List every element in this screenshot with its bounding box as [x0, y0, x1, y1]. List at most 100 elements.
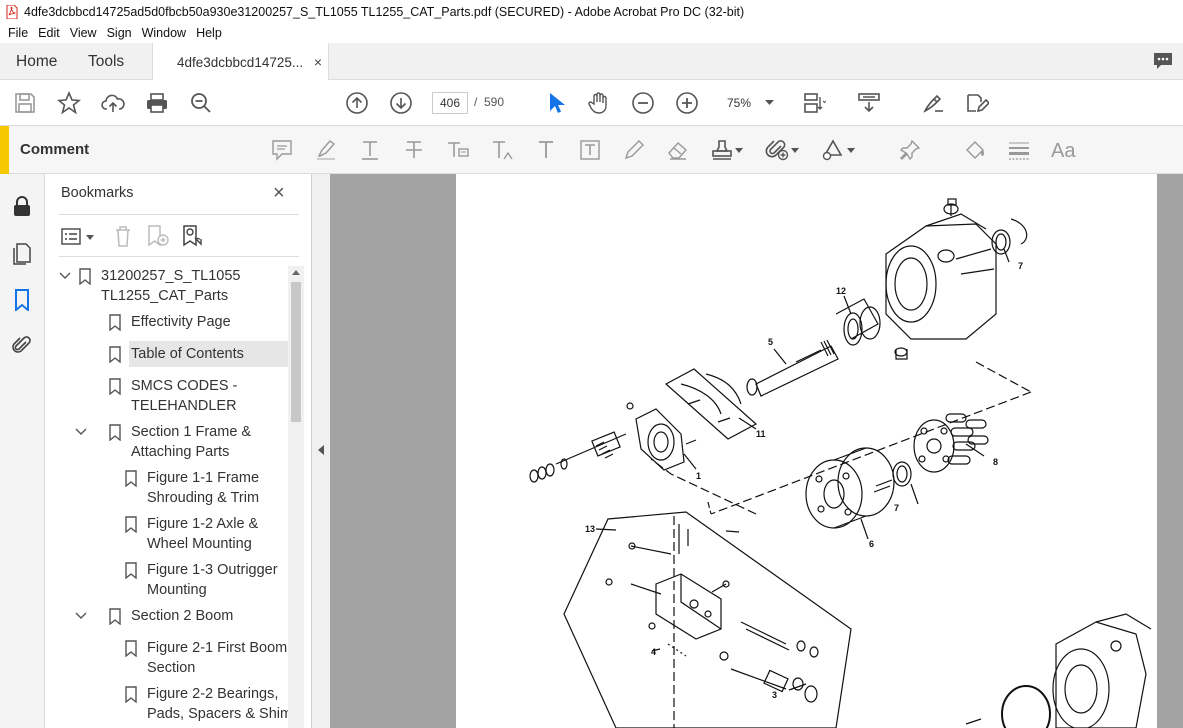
bookmark-item[interactable]: Table of Contents	[45, 341, 289, 367]
callout-3: 3	[772, 690, 777, 700]
menu-window[interactable]: Window	[142, 26, 186, 40]
attachments-icon[interactable]	[11, 335, 33, 357]
delete-bookmark-icon[interactable]	[113, 224, 133, 248]
chevron-down-icon[interactable]	[75, 427, 87, 437]
sticky-note-icon[interactable]	[270, 138, 294, 162]
bookmark-item[interactable]: Section 2 Boom	[45, 606, 289, 626]
select-cursor-icon[interactable]	[544, 91, 568, 115]
tab-document[interactable]: 4dfe3dcbbcd14725... ×	[152, 43, 329, 81]
stamp-dropdown-icon[interactable]	[734, 138, 744, 162]
fill-sign-icon[interactable]	[921, 91, 945, 115]
callout-11: 11	[756, 429, 766, 439]
attach-dropdown-icon[interactable]	[790, 138, 800, 162]
line-weight-icon[interactable]	[1007, 138, 1031, 162]
attach-file-icon[interactable]	[765, 138, 789, 162]
hand-tool-icon[interactable]	[587, 91, 611, 115]
font-properties-icon[interactable]: Aa	[1051, 138, 1079, 162]
page-display-icon[interactable]	[802, 91, 826, 115]
tab-bar: Home Tools 4dfe3dcbbcd14725... ×	[0, 43, 1183, 81]
bookmark-label: Effectivity Page	[131, 312, 231, 332]
bookmark-item[interactable]: Effectivity Page	[45, 312, 289, 332]
bookmark-label-line: Shrouding & Trim	[147, 490, 260, 506]
edit-pdf-icon[interactable]	[965, 91, 989, 115]
bookmark-label-line: Section 2 Boom	[131, 608, 234, 624]
bookmark-label-line: Section 1 Frame &	[131, 424, 252, 440]
bookmark-tools	[61, 224, 211, 250]
stamp-icon[interactable]	[710, 138, 734, 162]
chevron-down-icon[interactable]	[75, 611, 87, 621]
scroll-mode-icon[interactable]	[857, 91, 881, 115]
highlight-icon[interactable]	[314, 138, 338, 162]
bookmark-panel-icon[interactable]	[11, 289, 33, 311]
bookmark-item[interactable]: Figure 1-1 Frame Shrouding & Trim	[45, 468, 289, 508]
cloud-upload-icon[interactable]	[101, 91, 125, 115]
bookmark-ribbon-icon	[109, 378, 121, 395]
menu-sign[interactable]: Sign	[107, 26, 132, 40]
bookmark-item[interactable]: Figure 2-2 Bearings, Pads, Spacers & Shim…	[45, 684, 289, 724]
menu-view[interactable]: View	[70, 26, 97, 40]
callout-9: 8	[993, 457, 998, 467]
bookmark-item[interactable]: Figure 2-1 First Boom Section	[45, 638, 289, 678]
zoom-out-icon[interactable]	[631, 91, 655, 115]
collapse-panel-arrow-icon[interactable]	[317, 444, 325, 456]
tab-tools[interactable]: Tools	[88, 43, 124, 80]
total-pages: 590	[484, 95, 505, 109]
panel-divider	[59, 256, 299, 257]
left-navigation-rail	[0, 174, 45, 728]
scroll-up-arrow-icon[interactable]	[291, 268, 301, 276]
bookmarks-scroll-thumb[interactable]	[291, 282, 301, 422]
zoom-out-search-icon[interactable]	[189, 91, 213, 115]
pencil-draw-icon[interactable]	[622, 138, 646, 162]
next-page-icon[interactable]	[389, 91, 413, 115]
tab-close-button[interactable]: ×	[314, 54, 322, 70]
callout-12: 12	[836, 286, 846, 296]
find-bookmark-icon[interactable]	[181, 224, 205, 248]
text-box-icon[interactable]	[578, 138, 602, 162]
bookmark-label: Figure 1-2 Axle & Wheel Mounting	[147, 514, 258, 554]
eraser-icon[interactable]	[666, 138, 690, 162]
bookmark-label-line: TL1255_CAT_Parts	[101, 288, 229, 304]
replace-text-icon[interactable]	[446, 138, 470, 162]
comment-bubble-icon[interactable]	[1153, 52, 1173, 70]
underline-text-icon[interactable]	[358, 138, 382, 162]
new-bookmark-icon[interactable]	[146, 224, 170, 248]
strikethrough-icon[interactable]	[402, 138, 426, 162]
bookmarks-close-button[interactable]: ×	[273, 182, 285, 205]
callout-13: 13	[585, 524, 595, 534]
bookmark-item[interactable]: SMCS CODES - TELEHANDLER	[45, 376, 289, 416]
bookmark-item[interactable]: Section 1 Frame & Attaching Parts	[45, 422, 289, 462]
menu-help[interactable]: Help	[196, 26, 222, 40]
print-icon[interactable]	[145, 91, 169, 115]
bookmark-item[interactable]: Figure 1-2 Axle & Wheel Mounting	[45, 514, 289, 554]
zoom-dropdown[interactable]: 75%	[717, 92, 779, 114]
bookmark-label: Figure 2-2 Bearings, Pads, Spacers & Shim…	[147, 684, 289, 724]
lock-icon[interactable]	[11, 195, 33, 217]
shapes-dropdown-icon[interactable]	[846, 138, 856, 162]
star-icon[interactable]	[57, 91, 81, 115]
bookmark-label-line: Figure 2-2 Bearings,	[147, 686, 279, 702]
save-icon[interactable]	[13, 91, 37, 115]
insert-text-icon[interactable]	[490, 138, 514, 162]
bookmark-item[interactable]: Figure 1-3 Outrigger Mounting	[45, 560, 289, 600]
shapes-icon[interactable]	[821, 138, 845, 162]
add-text-icon[interactable]	[534, 138, 558, 162]
page-separator: /	[474, 95, 478, 109]
callout-5: 5	[768, 337, 773, 347]
fill-color-icon[interactable]	[963, 138, 987, 162]
menu-edit[interactable]: Edit	[38, 26, 60, 40]
bookmark-item[interactable]: 31200257_S_TL1055 TL1255_CAT_Parts	[45, 266, 289, 306]
page-thumbnails-icon[interactable]	[11, 243, 33, 265]
previous-page-icon[interactable]	[345, 91, 369, 115]
tab-home[interactable]: Home	[16, 43, 57, 80]
pin-icon[interactable]	[898, 138, 922, 162]
bookmark-label-line: Pads, Spacers & Shims,	[147, 706, 289, 722]
bookmark-label-line: Section	[147, 660, 196, 676]
panel-splitter[interactable]	[312, 174, 330, 728]
zoom-in-icon[interactable]	[675, 91, 699, 115]
bookmark-options-icon[interactable]	[61, 227, 97, 247]
document-viewport[interactable]: 7 12 5 11 1 8 7 6 13 4 3	[330, 174, 1183, 728]
menu-file[interactable]: File	[8, 26, 28, 40]
acrobat-pdf-icon	[6, 4, 18, 19]
chevron-down-icon[interactable]	[59, 271, 71, 281]
page-number-input[interactable]: 406	[432, 92, 468, 114]
